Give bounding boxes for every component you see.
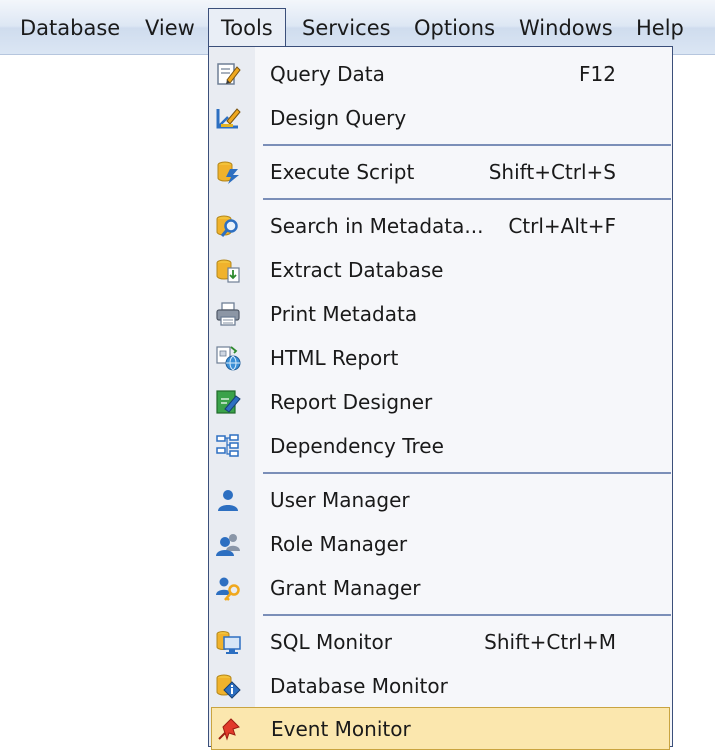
extract-database-icon [216,259,240,283]
menu-view-label: View [145,16,195,40]
menu-item-query-data[interactable]: Query Data F12 [209,53,672,96]
menu-item-execute-script[interactable]: Execute Script Shift+Ctrl+S [209,151,672,194]
menu-separator [263,614,671,616]
html-report-icon [216,346,241,371]
menu-item-label: Search in Metadata... [270,214,484,238]
dependency-tree-icon [216,434,239,457]
execute-script-icon [217,161,239,184]
menu-item-database-monitor[interactable]: Database Monitor [209,665,672,708]
menu-services-label: Services [302,16,391,40]
menu-services[interactable]: Services [302,9,391,47]
menu-item-grant-manager[interactable]: Grant Manager [209,567,672,610]
menu-options[interactable]: Options [414,9,495,47]
menu-database-label: Database [20,16,121,40]
menu-item-sql-monitor[interactable]: SQL Monitor Shift+Ctrl+M [209,621,672,664]
menu-separator [263,472,671,474]
menu-item-report-designer[interactable]: Report Designer [209,381,672,424]
menu-item-label: User Manager [270,488,410,512]
menu-item-dependency-tree[interactable]: Dependency Tree [209,425,672,468]
menu-item-label: Report Designer [270,390,433,414]
database-monitor-icon [216,674,241,699]
menu-item-extract-database[interactable]: Extract Database [209,249,672,292]
event-monitor-icon [218,718,240,741]
menu-item-shortcut: Shift+Ctrl+S [488,160,616,184]
menu-view[interactable]: View [145,9,195,47]
menu-item-label: Extract Database [270,258,444,282]
role-manager-icon [216,534,240,556]
menu-database[interactable]: Database [20,9,120,47]
menu-item-shortcut: F12 [579,62,616,86]
menu-item-label: Role Manager [270,532,408,556]
menu-item-search-in-metadata[interactable]: Search in Metadata... Ctrl+Alt+F [209,205,672,248]
grant-manager-icon [216,577,240,601]
menu-item-label: Execute Script [270,160,415,184]
menu-options-label: Options [414,16,496,40]
menu-help-label: Help [636,16,684,40]
menu-windows-label: Windows [519,16,613,40]
menu-item-label: Dependency Tree [270,434,444,458]
menu-item-label: Event Monitor [271,717,411,741]
menu-item-print-metadata[interactable]: Print Metadata [209,293,672,336]
menu-windows[interactable]: Windows [519,9,613,47]
menu-item-html-report[interactable]: HTML Report [209,337,672,380]
menu-item-label: Grant Manager [270,576,421,600]
menu-help[interactable]: Help [636,9,684,47]
menu-item-label: SQL Monitor [270,630,392,654]
menu-item-label: HTML Report [270,346,399,370]
menu-item-event-monitor[interactable]: Event Monitor [211,707,670,750]
report-designer-icon [216,390,241,414]
menu-item-label: Design Query [270,106,407,130]
tools-dropdown-menu: Query Data F12 Design Query Execute Scri… [208,46,673,750]
menu-item-label: Database Monitor [270,674,448,698]
menu-item-design-query[interactable]: Design Query [209,97,672,140]
menu-item-label: Print Metadata [270,302,418,326]
menu-item-label: Query Data [270,62,385,86]
menu-separator [263,198,671,200]
menu-tools-label: Tools [221,16,273,40]
user-icon [218,490,238,511]
query-data-icon [217,63,241,85]
printer-icon [216,302,240,326]
menu-item-shortcut: Ctrl+Alt+F [508,214,616,238]
sql-monitor-icon [216,631,241,654]
menu-item-role-manager[interactable]: Role Manager [209,523,672,566]
menu-tools[interactable]: Tools [208,8,286,48]
search-metadata-icon [216,215,238,237]
menu-item-shortcut: Shift+Ctrl+M [484,630,616,654]
menu-separator [263,144,671,146]
design-query-icon [216,108,241,129]
menu-item-user-manager[interactable]: User Manager [209,479,672,522]
